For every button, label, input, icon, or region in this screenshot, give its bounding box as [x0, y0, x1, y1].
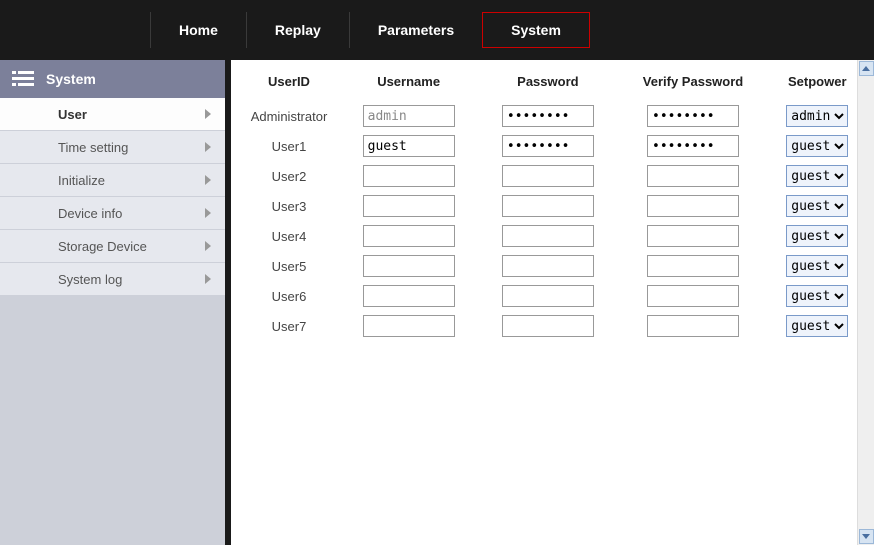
username-input[interactable] — [363, 225, 455, 247]
password-input[interactable] — [502, 135, 594, 157]
menu-icon — [12, 71, 34, 87]
scroll-down-button[interactable] — [859, 529, 874, 544]
sidebar-title: System — [46, 71, 96, 87]
vertical-scrollbar[interactable] — [857, 60, 874, 545]
password-input[interactable] — [502, 255, 594, 277]
username-input[interactable] — [363, 285, 455, 307]
username-input[interactable] — [363, 165, 455, 187]
userid-cell: User7 — [239, 311, 339, 341]
sidebar-item-system-log[interactable]: System log — [0, 263, 225, 296]
setpower-select[interactable]: adminguest — [786, 165, 848, 187]
nav-replay[interactable]: Replay — [246, 12, 349, 48]
password-input[interactable] — [502, 315, 594, 337]
password-input[interactable] — [502, 225, 594, 247]
table-row: User6 adminguest — [239, 281, 866, 311]
password-input[interactable] — [502, 165, 594, 187]
username-input[interactable] — [363, 105, 455, 127]
sidebar: System User Time setting Initialize Device … — [0, 60, 231, 545]
sidebar-item-label: Device info — [58, 206, 122, 221]
setpower-select[interactable]: adminguest — [786, 285, 848, 307]
setpower-select[interactable]: adminguest — [786, 315, 848, 337]
username-input[interactable] — [363, 195, 455, 217]
sidebar-item-label: User — [58, 107, 87, 122]
scroll-up-button[interactable] — [859, 61, 874, 76]
verify-password-input[interactable] — [647, 165, 739, 187]
verify-password-input[interactable] — [647, 135, 739, 157]
username-input[interactable] — [363, 315, 455, 337]
col-verify-password: Verify Password — [618, 74, 769, 101]
verify-password-input[interactable] — [647, 255, 739, 277]
verify-password-input[interactable] — [647, 195, 739, 217]
sidebar-item-device-info[interactable]: Device info — [0, 197, 225, 230]
verify-password-input[interactable] — [647, 105, 739, 127]
chevron-right-icon — [205, 241, 211, 251]
nav-home[interactable]: Home — [150, 12, 246, 48]
col-userid: UserID — [239, 74, 339, 101]
col-setpower: Setpower — [769, 74, 866, 101]
chevron-right-icon — [205, 274, 211, 284]
verify-password-input[interactable] — [647, 315, 739, 337]
username-input[interactable] — [363, 255, 455, 277]
chevron-right-icon — [205, 175, 211, 185]
top-nav: HomeReplayParametersSystem — [0, 0, 874, 60]
sidebar-header: System — [0, 60, 225, 98]
verify-password-input[interactable] — [647, 225, 739, 247]
table-row: User3 adminguest — [239, 191, 866, 221]
password-input[interactable] — [502, 195, 594, 217]
userid-cell: User2 — [239, 161, 339, 191]
sidebar-item-initialize[interactable]: Initialize — [0, 164, 225, 197]
password-input[interactable] — [502, 105, 594, 127]
verify-password-input[interactable] — [647, 285, 739, 307]
setpower-select[interactable]: adminguest — [786, 255, 848, 277]
chevron-right-icon — [205, 142, 211, 152]
sidebar-item-label: Initialize — [58, 173, 105, 188]
sidebar-item-label: Time setting — [58, 140, 128, 155]
userid-cell: Administrator — [239, 101, 339, 131]
sidebar-item-storage-device[interactable]: Storage Device — [0, 230, 225, 263]
chevron-up-icon — [862, 66, 870, 71]
sidebar-item-label: Storage Device — [58, 239, 147, 254]
main-panel: UserID Username Password Verify Password… — [231, 60, 874, 545]
sidebar-item-time-setting[interactable]: Time setting — [0, 131, 225, 164]
chevron-right-icon — [205, 208, 211, 218]
chevron-down-icon — [862, 534, 870, 539]
nav-parameters[interactable]: Parameters — [349, 12, 482, 48]
setpower-select[interactable]: adminguest — [786, 225, 848, 247]
table-row: User2 adminguest — [239, 161, 866, 191]
password-input[interactable] — [502, 285, 594, 307]
setpower-select[interactable]: adminguest — [786, 195, 848, 217]
table-row: User1 adminguest — [239, 131, 866, 161]
chevron-right-icon — [205, 109, 211, 119]
table-row: User5 adminguest — [239, 251, 866, 281]
nav-system[interactable]: System — [482, 12, 590, 48]
col-password: Password — [478, 74, 617, 101]
col-username: Username — [339, 74, 478, 101]
sidebar-item-label: System log — [58, 272, 122, 287]
username-input[interactable] — [363, 135, 455, 157]
table-row: User4 adminguest — [239, 221, 866, 251]
userid-cell: User4 — [239, 221, 339, 251]
userid-cell: User6 — [239, 281, 339, 311]
table-row: User7 adminguest — [239, 311, 866, 341]
setpower-select[interactable]: adminguest — [786, 135, 848, 157]
user-table: UserID Username Password Verify Password… — [239, 74, 866, 341]
sidebar-item-user[interactable]: User — [0, 98, 225, 131]
userid-cell: User5 — [239, 251, 339, 281]
userid-cell: User3 — [239, 191, 339, 221]
setpower-select[interactable]: adminguest — [786, 105, 848, 127]
userid-cell: User1 — [239, 131, 339, 161]
table-row: Administrator adminguest — [239, 101, 866, 131]
